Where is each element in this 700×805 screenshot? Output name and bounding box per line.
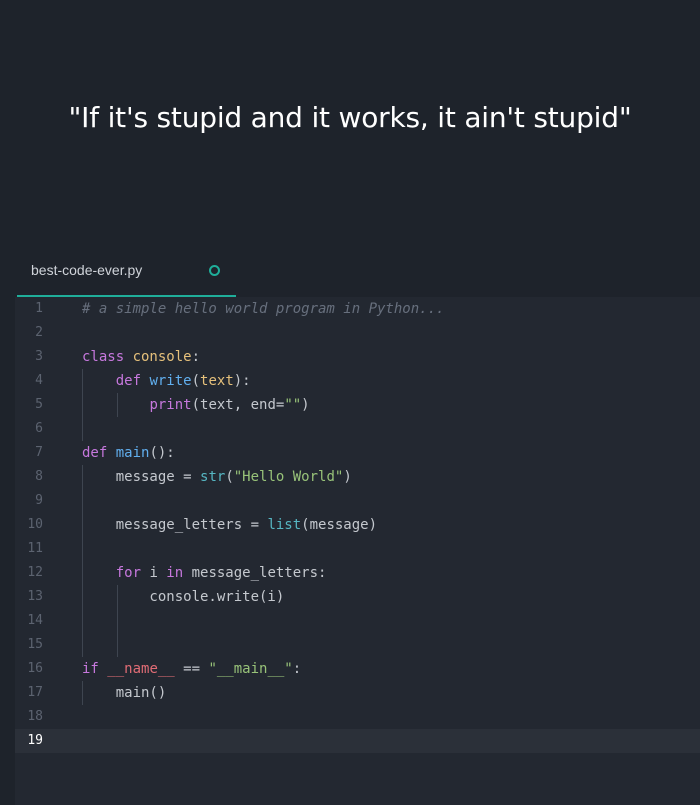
line-number: 10 (27, 517, 43, 532)
line-text: print(text, end="") (82, 393, 310, 417)
line-number: 15 (27, 637, 43, 652)
line-text: console.write(i) (82, 585, 284, 609)
code-line[interactable]: 13 console.write(i) (15, 585, 700, 609)
tab-best-code-ever[interactable]: best-code-ever.py (17, 250, 236, 297)
code-line[interactable]: 15 (15, 633, 700, 657)
code-line[interactable]: 11 (15, 537, 700, 561)
code-token: console (132, 349, 192, 365)
code-token: message_letters: (191, 565, 327, 581)
code-token: (text, end= (191, 397, 285, 413)
code-token: write (149, 373, 192, 389)
line-number: 7 (35, 445, 43, 460)
code-token: ): (233, 373, 251, 389)
code-token: def (82, 445, 116, 461)
tab-filename: best-code-ever.py (31, 262, 143, 278)
line-number: 3 (35, 349, 43, 364)
code-token: text (200, 373, 234, 389)
code-token: message = (82, 469, 201, 485)
code-token: __name__ (107, 661, 175, 677)
line-text: if __name__ == "__main__": (82, 657, 301, 681)
code-token: (message) (301, 517, 378, 533)
line-number: 18 (27, 709, 43, 724)
code-line[interactable]: 3 class console: (15, 345, 700, 369)
code-token: "" (284, 397, 302, 413)
code-token: "Hello World" (233, 469, 344, 485)
line-text: class console: (82, 345, 200, 369)
line-number: 9 (35, 493, 43, 508)
line-number: 5 (35, 397, 43, 412)
code-line[interactable]: 19 (15, 729, 700, 753)
code-token: str (200, 469, 226, 485)
line-text: message = str("Hello World") (82, 465, 352, 489)
line-number: 16 (27, 661, 43, 676)
line-text: message_letters = list(message) (82, 513, 377, 537)
code-token: class (82, 349, 133, 365)
quote-heading: "If it's stupid and it works, it ain't s… (68, 101, 632, 134)
line-number: 2 (35, 325, 43, 340)
code-line[interactable]: 5 print(text, end="") (15, 393, 700, 417)
code-line[interactable]: 12 for i in message_letters: (15, 561, 700, 585)
code-token: ) (301, 397, 310, 413)
code-token: for (115, 565, 150, 581)
line-number: 17 (27, 685, 43, 700)
code-token: i (149, 565, 167, 581)
code-token: if (82, 661, 108, 677)
line-number: 1 (35, 301, 43, 316)
line-number: 14 (27, 613, 43, 628)
code-line[interactable]: 17 main() (15, 681, 700, 705)
line-number: 4 (35, 373, 43, 388)
code-token: in (166, 565, 192, 581)
code-line[interactable]: 16 if __name__ == "__main__": (15, 657, 700, 681)
code-line[interactable]: 10 message_letters = list(message) (15, 513, 700, 537)
line-text: def main(): (82, 441, 175, 465)
code-token: def (115, 373, 150, 389)
line-number: 8 (35, 469, 43, 484)
code-token: message_letters = (82, 517, 268, 533)
code-token: # a simple hello world program in Python… (82, 301, 445, 317)
code-token: print (149, 397, 192, 413)
line-number: 11 (27, 541, 43, 556)
line-text: def write(text): (82, 369, 251, 393)
code-line[interactable]: 18 (15, 705, 700, 729)
line-text: main() (82, 681, 167, 705)
code-editor[interactable]: 1 # a simple hello world program in Pytho… (15, 297, 700, 805)
code-line[interactable]: 7 def main(): (15, 441, 700, 465)
code-line[interactable]: 6 (15, 417, 700, 441)
code-token: : (191, 349, 201, 365)
unsaved-dot-icon[interactable] (209, 265, 220, 276)
code-token: list (267, 517, 302, 533)
code-token: console.write(i) (82, 589, 285, 605)
code-token: == (174, 661, 209, 677)
code-token: ) (343, 469, 352, 485)
code-token: "__main__" (208, 661, 293, 677)
code-line[interactable]: 2 (15, 321, 700, 345)
line-number: 19 (27, 733, 43, 748)
code-token: ( (191, 373, 201, 389)
code-lines[interactable]: 1 # a simple hello world program in Pytho… (15, 297, 700, 753)
code-line[interactable]: 4 def write(text): (15, 369, 700, 393)
code-token: (): (149, 445, 175, 461)
code-token: : (292, 661, 302, 677)
code-line[interactable]: 1 # a simple hello world program in Pytho… (15, 297, 700, 321)
tab-bar: best-code-ever.py (0, 250, 700, 297)
line-number: 13 (27, 589, 43, 604)
line-text: for i in message_letters: (82, 561, 327, 585)
code-line[interactable]: 14 (15, 609, 700, 633)
code-line[interactable]: 9 (15, 489, 700, 513)
line-text: # a simple hello world program in Python… (82, 297, 444, 321)
line-number: 12 (27, 565, 43, 580)
code-token: main (115, 445, 150, 461)
code-line[interactable]: 8 message = str("Hello World") (15, 465, 700, 489)
code-token: ( (225, 469, 234, 485)
code-token: main() (82, 685, 167, 701)
line-number: 6 (35, 421, 43, 436)
